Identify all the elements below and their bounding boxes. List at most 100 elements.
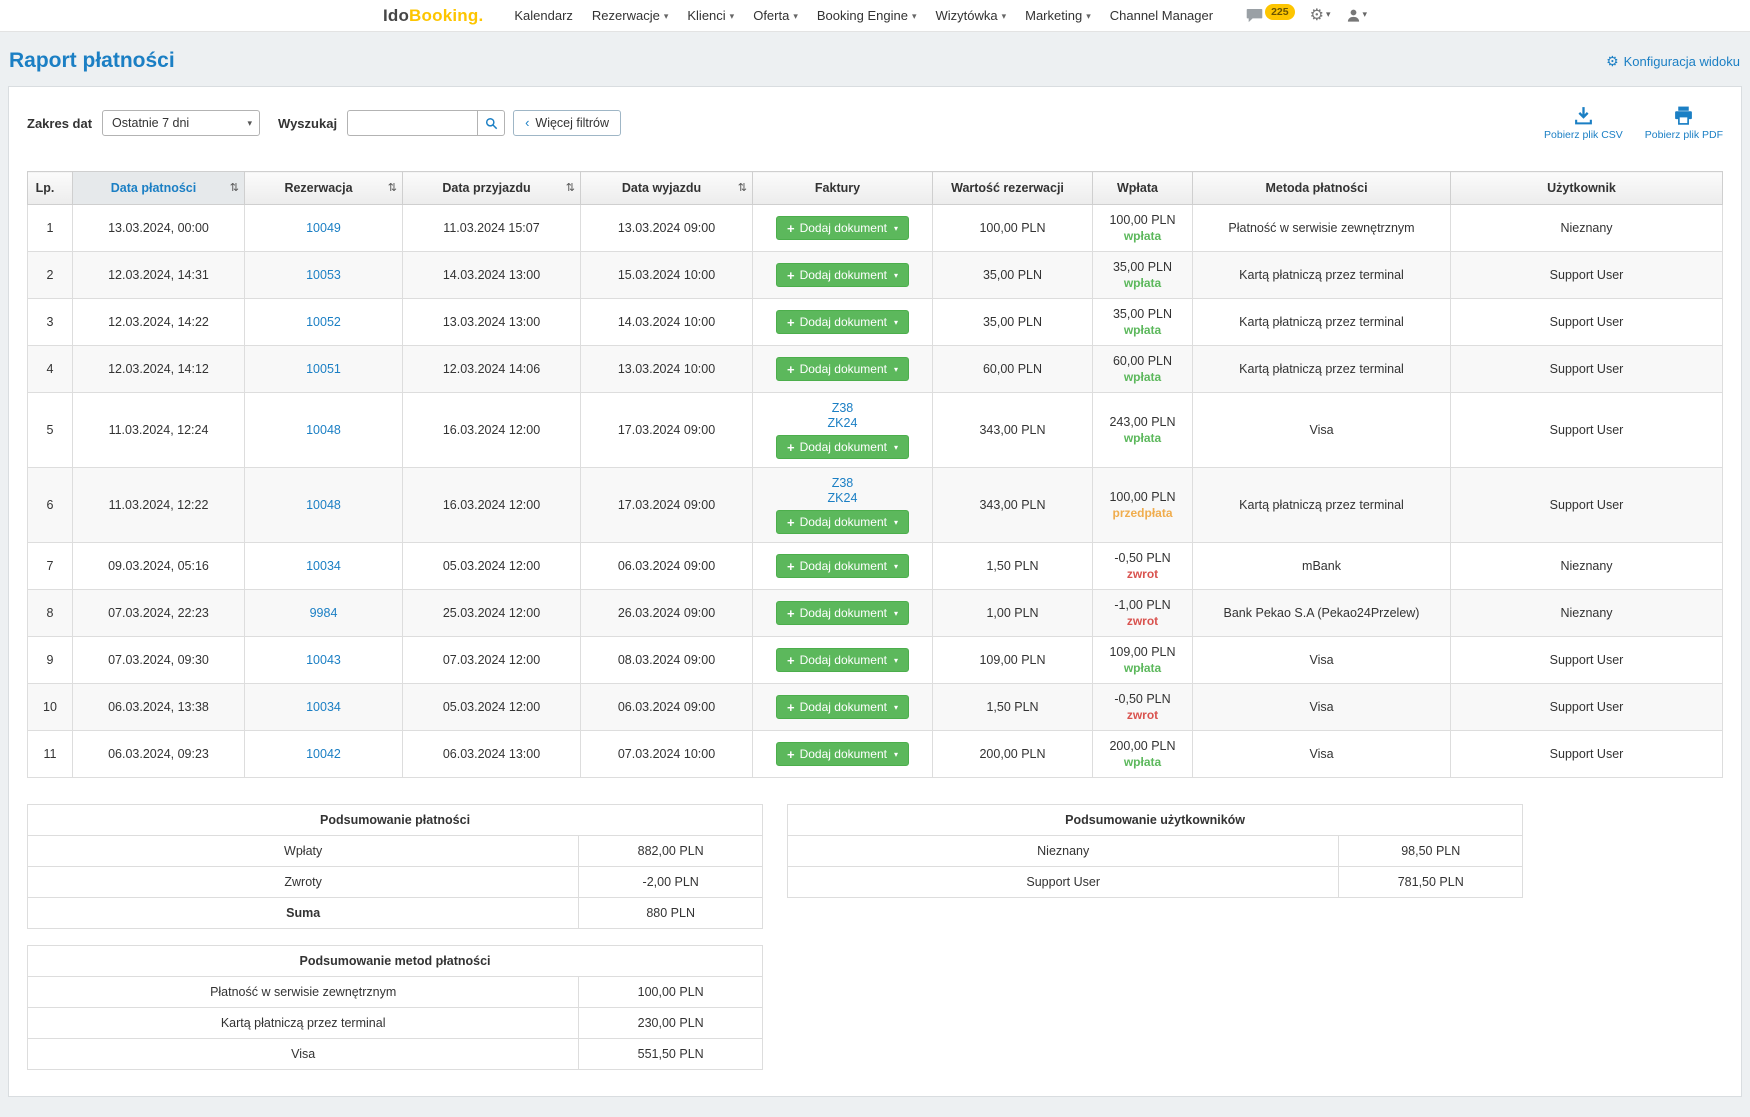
summary-row: Kartą płatniczą przez terminal230,00 PLN — [28, 1008, 763, 1039]
plus-icon: + — [787, 316, 795, 329]
column-header-1[interactable]: Data płatności⇅ — [73, 172, 245, 205]
reservation-link[interactable]: 10034 — [306, 559, 341, 573]
date-range-select[interactable]: Ostatnie 7 dni ▾ — [102, 110, 260, 136]
payments-table: Lp.Data płatności⇅Rezerwacja⇅Data przyja… — [27, 171, 1723, 778]
nav-item-klienci[interactable]: Klienci ▾ — [687, 8, 734, 23]
payment-type-badge: przedpłata — [1099, 506, 1186, 520]
download-icon — [1573, 105, 1594, 126]
cell-arrival-date: 25.03.2024 12:00 — [403, 590, 581, 637]
date-range-value: Ostatnie 7 dni — [112, 116, 189, 130]
summary-right-column: Podsumowanie użytkowników Nieznany98,50 … — [787, 804, 1523, 898]
nav-item-oferta[interactable]: Oferta ▾ — [753, 8, 798, 23]
reservation-link[interactable]: 10049 — [306, 221, 341, 235]
column-header-label: Wpłata — [1117, 181, 1158, 195]
reservation-link[interactable]: 10053 — [306, 268, 341, 282]
reservation-link[interactable]: 10043 — [306, 653, 341, 667]
add-document-button[interactable]: + Dodaj dokument ▾ — [776, 554, 909, 578]
table-row: 3 12.03.2024, 14:22 10052 13.03.2024 13:… — [28, 299, 1723, 346]
logo[interactable]: IdoBooking. — [383, 6, 483, 26]
gear-icon: ⚙ — [1606, 54, 1619, 68]
add-document-label: Dodaj dokument — [800, 559, 887, 573]
nav-item-label: Wizytówka — [935, 8, 997, 23]
nav-item-marketing[interactable]: Marketing ▾ — [1025, 8, 1091, 23]
column-header-3[interactable]: Data przyjazdu⇅ — [403, 172, 581, 205]
reservation-link[interactable]: 10048 — [306, 423, 341, 437]
invoice-link[interactable]: Z38 — [759, 476, 926, 490]
payment-type-badge: wpłata — [1099, 370, 1186, 384]
reservation-link[interactable]: 9984 — [310, 606, 338, 620]
nav-item-rezerwacje[interactable]: Rezerwacje ▾ — [592, 8, 668, 23]
add-document-button[interactable]: + Dodaj dokument ▾ — [776, 601, 909, 625]
more-filters-button[interactable]: ‹ Więcej filtrów — [513, 110, 621, 136]
add-document-button[interactable]: + Dodaj dokument ▾ — [776, 742, 909, 766]
cell-arrival-date: 05.03.2024 12:00 — [403, 684, 581, 731]
cell-payment: -0,50 PLN zwrot — [1093, 543, 1193, 590]
reservation-link[interactable]: 10042 — [306, 747, 341, 761]
plus-icon: + — [787, 748, 795, 761]
cell-payment-method: Visa — [1193, 684, 1451, 731]
nav-item-channel-manager[interactable]: Channel Manager — [1110, 8, 1213, 23]
logo-part-2: Booking. — [409, 6, 483, 25]
nav-item-label: Marketing — [1025, 8, 1082, 23]
cell-departure-date: 17.03.2024 09:00 — [581, 393, 753, 468]
page-title: Raport płatności — [9, 49, 175, 73]
column-header-4[interactable]: Data wyjazdu⇅ — [581, 172, 753, 205]
cell-invoices: Z38ZK24 + Dodaj dokument ▾ — [753, 393, 933, 468]
payment-amount: -1,00 PLN — [1099, 598, 1186, 612]
cell-row-number: 6 — [28, 468, 73, 543]
reservation-link[interactable]: 10034 — [306, 700, 341, 714]
table-row: 9 07.03.2024, 09:30 10043 07.03.2024 12:… — [28, 637, 1723, 684]
payment-amount: -0,50 PLN — [1099, 551, 1186, 565]
cell-row-number: 10 — [28, 684, 73, 731]
invoice-link[interactable]: ZK24 — [759, 491, 926, 505]
payments-table-head-row: Lp.Data płatności⇅Rezerwacja⇅Data przyja… — [28, 172, 1723, 205]
add-document-button[interactable]: + Dodaj dokument ▾ — [776, 310, 909, 334]
summary-row-label: Suma — [28, 898, 579, 929]
messages-button[interactable]: 225 — [1246, 8, 1295, 24]
cell-reservation-value: 35,00 PLN — [933, 299, 1093, 346]
cell-payment: 200,00 PLN wpłata — [1093, 731, 1193, 778]
cell-payment-date: 07.03.2024, 09:30 — [73, 637, 245, 684]
column-header-2[interactable]: Rezerwacja⇅ — [245, 172, 403, 205]
cell-payment-method: mBank — [1193, 543, 1451, 590]
summary-row-label: Visa — [28, 1039, 579, 1070]
nav-item-kalendarz[interactable]: Kalendarz — [514, 8, 573, 23]
view-configuration-link[interactable]: ⚙ Konfiguracja widoku — [1606, 54, 1740, 69]
nav-item-booking-engine[interactable]: Booking Engine ▾ — [817, 8, 917, 23]
payment-amount: 200,00 PLN — [1099, 739, 1186, 753]
table-row: 11 06.03.2024, 09:23 10042 06.03.2024 13… — [28, 731, 1723, 778]
add-document-button[interactable]: + Dodaj dokument ▾ — [776, 648, 909, 672]
search-button[interactable] — [477, 110, 505, 136]
search-input[interactable] — [347, 110, 477, 136]
summary-row-label: Płatność w serwisie zewnętrznym — [28, 977, 579, 1008]
reservation-link[interactable]: 10051 — [306, 362, 341, 376]
add-document-button[interactable]: + Dodaj dokument ▾ — [776, 695, 909, 719]
add-document-label: Dodaj dokument — [800, 221, 887, 235]
add-document-button[interactable]: + Dodaj dokument ▾ — [776, 263, 909, 287]
download-csv-button[interactable]: Pobierz plik CSV — [1544, 105, 1623, 141]
summary-row: Support User781,50 PLN — [788, 867, 1523, 898]
summary-row: Visa551,50 PLN — [28, 1039, 763, 1070]
add-document-button[interactable]: + Dodaj dokument ▾ — [776, 357, 909, 381]
add-document-button[interactable]: + Dodaj dokument ▾ — [776, 216, 909, 240]
add-document-button[interactable]: + Dodaj dokument ▾ — [776, 510, 909, 534]
cell-payment-method: Kartą płatniczą przez terminal — [1193, 346, 1451, 393]
nav-item-wizytówka[interactable]: Wizytówka ▾ — [935, 8, 1006, 23]
invoice-link[interactable]: Z38 — [759, 401, 926, 415]
column-header-6: Wartość rezerwacji — [933, 172, 1093, 205]
reservation-link[interactable]: 10048 — [306, 498, 341, 512]
cell-invoices: + Dodaj dokument ▾ — [753, 543, 933, 590]
chevron-down-icon: ▾ — [793, 11, 798, 22]
user-menu-button[interactable]: ▾ — [1346, 8, 1368, 23]
invoice-link[interactable]: ZK24 — [759, 416, 926, 430]
cell-payment-method: Kartą płatniczą przez terminal — [1193, 299, 1451, 346]
cell-reservation: 9984 — [245, 590, 403, 637]
plus-icon: + — [787, 654, 795, 667]
chevron-down-icon: ▾ — [894, 318, 898, 327]
reservation-link[interactable]: 10052 — [306, 315, 341, 329]
add-document-button[interactable]: + Dodaj dokument ▾ — [776, 435, 909, 459]
cell-payment: -0,50 PLN zwrot — [1093, 684, 1193, 731]
download-pdf-button[interactable]: Pobierz plik PDF — [1645, 105, 1723, 141]
cell-reservation: 10051 — [245, 346, 403, 393]
settings-menu-button[interactable]: ⚙ ▾ — [1310, 8, 1331, 24]
